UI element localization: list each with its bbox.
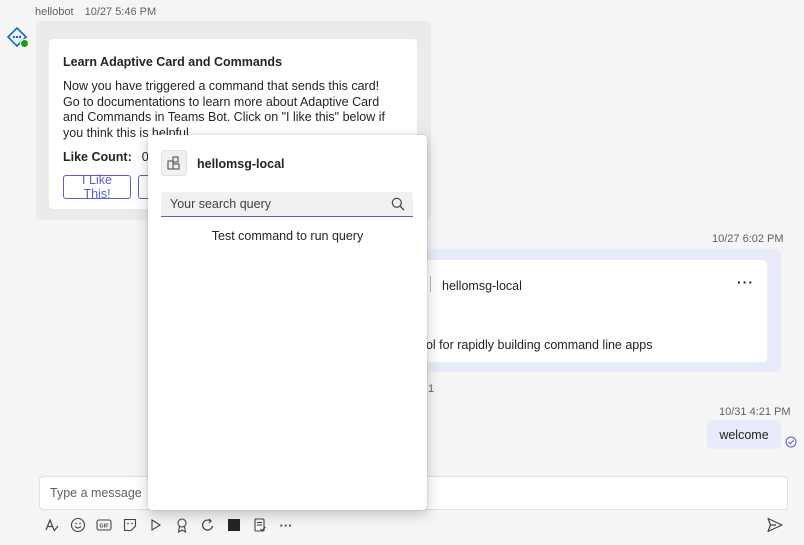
send-icon[interactable]	[766, 516, 784, 534]
app-icon[interactable]	[226, 517, 242, 533]
read-receipt-icon	[785, 436, 797, 448]
message-timestamp: 10/31 4:21 PM	[719, 406, 791, 418]
message-footnote: 1	[428, 383, 435, 395]
like-count: Like Count: 0	[63, 150, 149, 164]
sticker-icon[interactable]	[122, 517, 138, 533]
app-icon	[161, 150, 187, 176]
approvals-icon[interactable]	[252, 517, 268, 533]
popup-app-name: hellomsg-local	[197, 157, 285, 171]
search-icon[interactable]	[391, 197, 405, 211]
message-extension-popup: hellomsg-local Test command to run query	[148, 135, 427, 510]
self-message-bubble: welcome	[707, 420, 781, 449]
like-count-label: Like Count:	[63, 150, 132, 164]
card-title: Learn Adaptive Card and Commands	[63, 55, 283, 69]
app-card-description: ool for rapidly building command line ap…	[419, 338, 653, 352]
app-card-name: hellomsg-local	[442, 279, 522, 293]
command-hint: Test command to run query	[211, 229, 364, 243]
praise-icon[interactable]	[174, 517, 190, 533]
gif-icon[interactable]: GIF	[96, 517, 112, 533]
message-timestamp: 10/27 5:46 PM	[84, 6, 157, 18]
search-input[interactable]	[161, 192, 399, 216]
card-body: Now you have triggered a command that se…	[63, 79, 385, 140]
bot-message-header: hellobot 10/27 5:46 PM	[35, 6, 156, 18]
emoji-icon[interactable]	[70, 517, 86, 533]
more-options-icon[interactable]: ···	[278, 517, 294, 533]
gif-icon-label: GIF	[99, 524, 109, 530]
compose-toolbar: GIF ···	[44, 515, 304, 535]
online-status-icon	[20, 39, 29, 48]
sender-name: hellobot	[35, 6, 74, 18]
format-icon[interactable]	[44, 517, 60, 533]
i-like-this-button[interactable]: I Like This!	[63, 173, 131, 201]
meet-now-icon[interactable]	[148, 517, 164, 533]
message-timestamp: 10/27 6:02 PM	[712, 233, 784, 245]
message-text: welcome	[719, 427, 769, 442]
loop-icon[interactable]	[200, 517, 216, 533]
search-box[interactable]	[161, 192, 413, 217]
more-options-icon[interactable]: ···	[737, 274, 754, 290]
